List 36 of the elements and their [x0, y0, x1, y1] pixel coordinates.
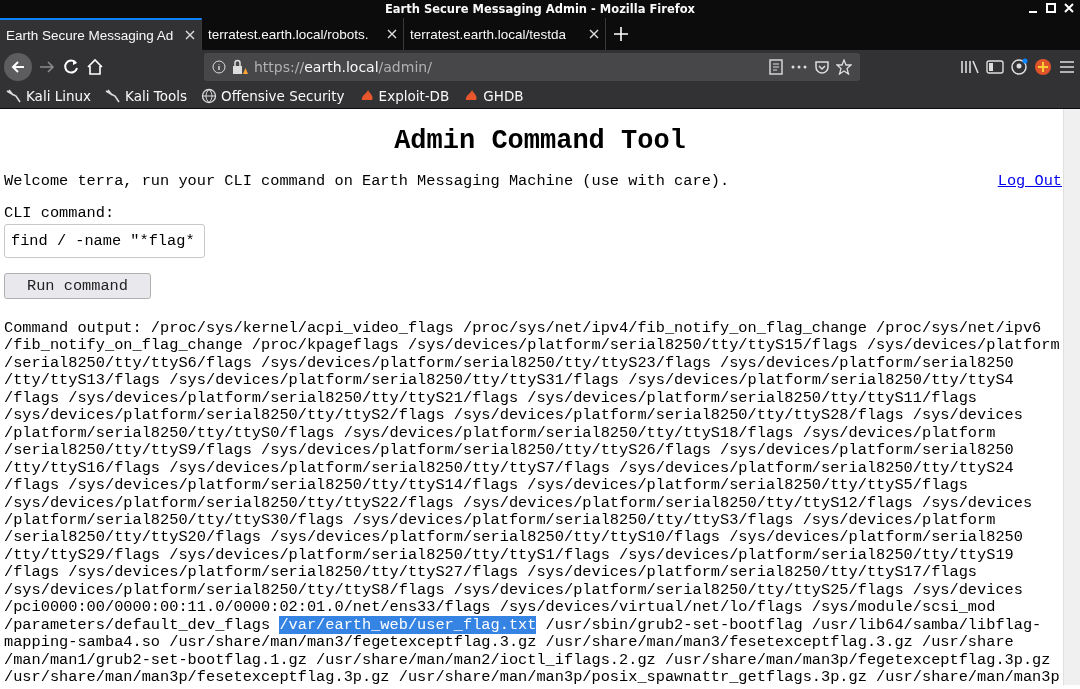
window-title: Earth Secure Messaging Admin - Mozilla Firefox	[384, 2, 696, 16]
welcome-text: Welcome terra, run your CLI command on Earth Messaging Machine (use with care).	[4, 172, 730, 190]
sidebar-icon[interactable]	[986, 59, 1004, 75]
address-bar[interactable]: https://earth.local/admin/	[204, 53, 860, 81]
account-icon[interactable]	[1010, 58, 1028, 76]
run-command-button[interactable]: Run command	[4, 273, 151, 299]
bookmark-link[interactable]: GHDB	[463, 88, 524, 104]
forward-icon[interactable]	[38, 59, 56, 75]
bookmark-link[interactable]: Kali Tools	[105, 88, 187, 104]
reload-icon[interactable]	[62, 58, 80, 76]
reader-view-icon[interactable]	[768, 59, 784, 75]
close-icon[interactable]	[387, 29, 397, 39]
page-heading: Admin Command Tool	[393, 125, 687, 158]
info-icon[interactable]	[212, 60, 226, 74]
globe-icon	[201, 88, 217, 104]
logout-link[interactable]: Log Out	[997, 172, 1062, 190]
url-text: https://earth.local/admin/	[254, 59, 432, 75]
maximize-icon[interactable]	[1046, 2, 1056, 14]
close-icon[interactable]	[185, 30, 195, 40]
warning-lock-icon[interactable]	[232, 59, 248, 75]
menu-icon[interactable]	[1058, 59, 1076, 75]
scrollbar[interactable]	[1063, 109, 1080, 685]
bookmark-link[interactable]: Offensive Security	[201, 88, 345, 104]
field-label: CLI command:	[4, 204, 116, 222]
extension-icon[interactable]	[1034, 58, 1052, 76]
close-icon[interactable]	[589, 29, 599, 39]
browser-tab[interactable]: Earth Secure Messaging Ad	[0, 18, 202, 50]
star-icon[interactable]	[836, 59, 852, 75]
back-button[interactable]	[4, 53, 32, 81]
input-field[interactable]: find / -name "*flag*	[4, 224, 205, 258]
bookmark-link[interactable]: Exploit-DB	[358, 88, 450, 104]
arrow-left-icon	[10, 59, 26, 75]
pocket-icon[interactable]	[814, 59, 830, 75]
bookmark-link[interactable]: Kali Linux	[6, 88, 92, 104]
library-icon[interactable]	[960, 59, 980, 75]
home-icon[interactable]	[86, 58, 104, 76]
